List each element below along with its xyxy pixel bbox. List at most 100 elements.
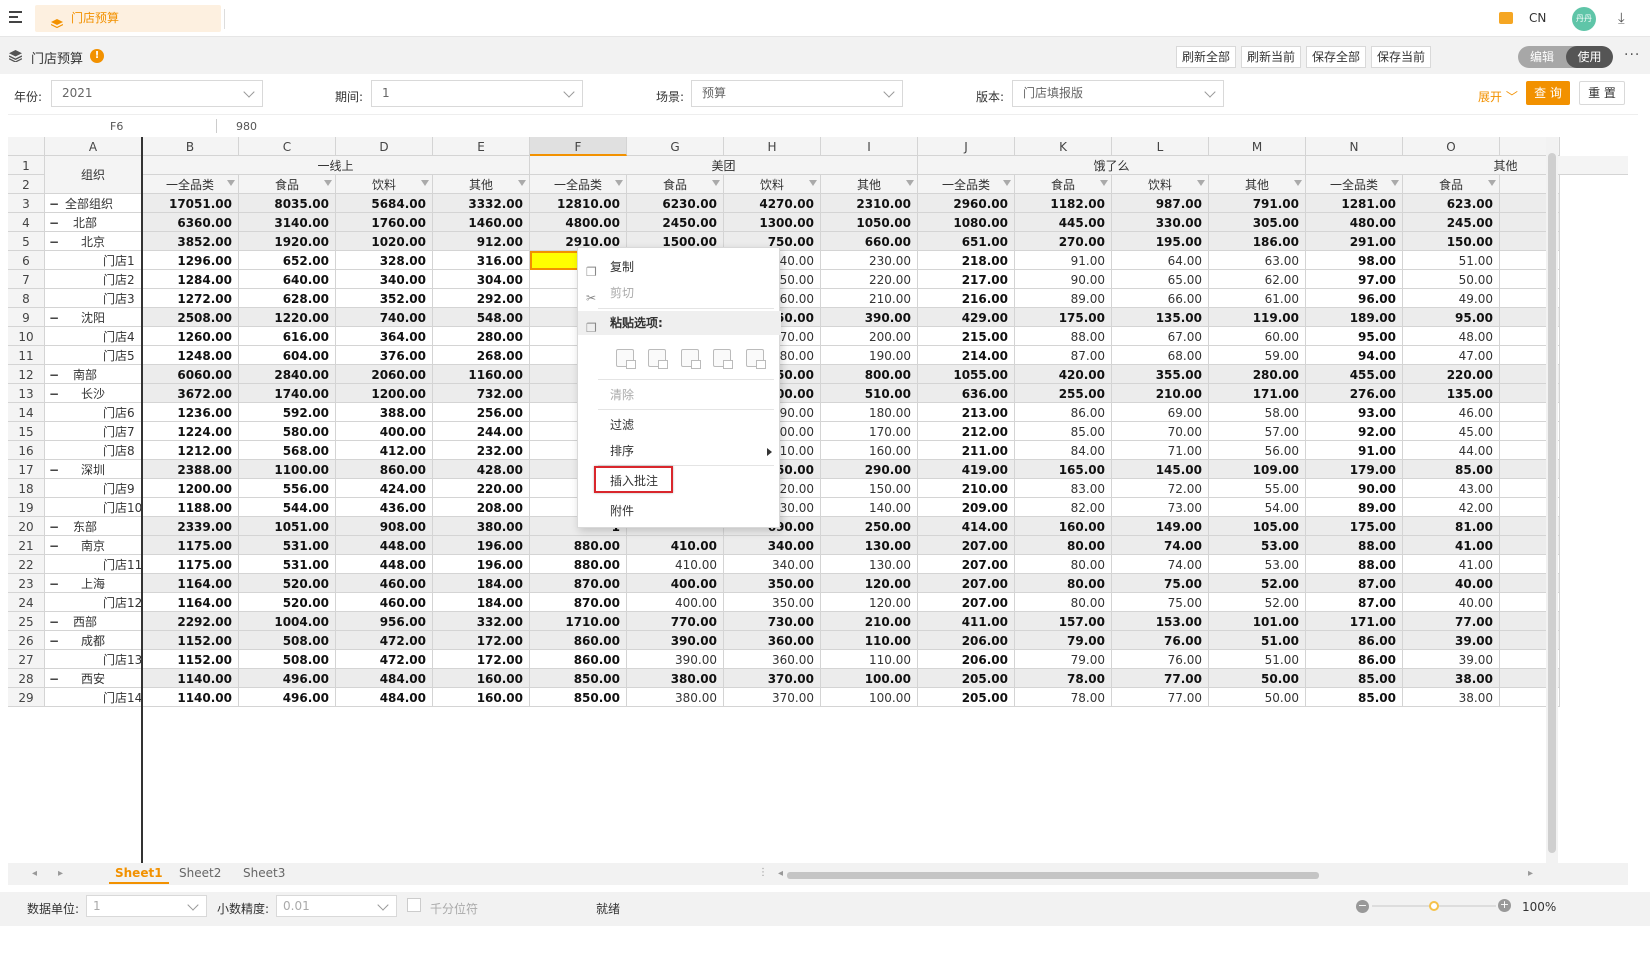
scroll-left-icon[interactable]: ◂ bbox=[778, 868, 783, 879]
org-cell[interactable]: 门店8 bbox=[45, 441, 142, 460]
data-cell[interactable]: 57.00 bbox=[1209, 422, 1306, 441]
data-cell[interactable]: 211.00 bbox=[918, 441, 1015, 460]
data-cell[interactable]: 85.00 bbox=[1403, 460, 1500, 479]
data-cell[interactable]: 157.00 bbox=[1015, 612, 1112, 631]
filter-icon[interactable] bbox=[1100, 180, 1108, 186]
data-cell[interactable]: 510.00 bbox=[821, 384, 918, 403]
sub-header[interactable]: 食品 bbox=[1015, 175, 1112, 194]
data-cell[interactable]: 1236.00 bbox=[142, 403, 239, 422]
data-cell[interactable]: 17051.00 bbox=[142, 194, 239, 213]
data-cell[interactable]: 428.00 bbox=[433, 460, 530, 479]
data-cell[interactable]: 200.00 bbox=[821, 327, 918, 346]
org-cell[interactable]: − 西部 bbox=[45, 612, 142, 631]
data-cell[interactable]: 180.00 bbox=[821, 403, 918, 422]
org-cell[interactable]: 门店12 bbox=[45, 593, 142, 612]
prev-sheet-icon[interactable]: ◂ bbox=[32, 868, 37, 879]
data-cell[interactable]: 770.00 bbox=[627, 612, 724, 631]
sub-header[interactable]: 其他 bbox=[821, 175, 918, 194]
data-cell[interactable]: 1175.00 bbox=[142, 555, 239, 574]
menu-item-filter[interactable]: 过滤 bbox=[578, 413, 781, 437]
data-cell[interactable]: 51.00 bbox=[1209, 650, 1306, 669]
row-header[interactable]: 17 bbox=[8, 460, 45, 479]
vertical-scrollbar[interactable] bbox=[1546, 137, 1558, 865]
data-cell[interactable]: 4800.00 bbox=[530, 213, 627, 232]
column-header[interactable]: I bbox=[821, 137, 918, 156]
data-cell[interactable]: 69.00 bbox=[1112, 403, 1209, 422]
data-cell[interactable]: 1260.00 bbox=[142, 327, 239, 346]
data-cell[interactable]: 2310.00 bbox=[821, 194, 918, 213]
collapse-toggle-icon[interactable]: − bbox=[49, 213, 63, 231]
org-header[interactable]: 组织 bbox=[45, 156, 142, 194]
data-cell[interactable]: 43.00 bbox=[1403, 479, 1500, 498]
data-cell[interactable]: 628.00 bbox=[239, 289, 336, 308]
row-header[interactable]: 20 bbox=[8, 517, 45, 536]
filter-icon[interactable] bbox=[712, 180, 720, 186]
row-header[interactable]: 24 bbox=[8, 593, 45, 612]
data-cell[interactable]: 12810.00 bbox=[530, 194, 627, 213]
row-header[interactable]: 14 bbox=[8, 403, 45, 422]
data-cell[interactable]: 184.00 bbox=[433, 593, 530, 612]
data-cell[interactable]: 410.00 bbox=[627, 555, 724, 574]
data-cell[interactable]: 350.00 bbox=[724, 574, 821, 593]
data-cell[interactable]: 290.00 bbox=[821, 460, 918, 479]
data-cell[interactable]: 100.00 bbox=[821, 669, 918, 688]
data-cell[interactable]: 217.00 bbox=[918, 270, 1015, 289]
data-cell[interactable]: 651.00 bbox=[918, 232, 1015, 251]
data-cell[interactable]: 80.00 bbox=[1015, 593, 1112, 612]
sub-header[interactable]: 其他 bbox=[1209, 175, 1306, 194]
data-cell[interactable]: 352.00 bbox=[336, 289, 433, 308]
data-cell[interactable]: 79.00 bbox=[1015, 631, 1112, 650]
data-cell[interactable]: 268.00 bbox=[433, 346, 530, 365]
avatar[interactable]: 丹丹 bbox=[1572, 7, 1596, 31]
data-cell[interactable]: 3852.00 bbox=[142, 232, 239, 251]
data-cell[interactable]: 89.00 bbox=[1015, 289, 1112, 308]
collapse-toggle-icon[interactable]: − bbox=[49, 631, 63, 649]
data-cell[interactable]: 1281.00 bbox=[1306, 194, 1403, 213]
sheet-tab-2[interactable]: Sheet2 bbox=[179, 866, 221, 880]
data-cell[interactable]: 196.00 bbox=[433, 536, 530, 555]
data-cell[interactable]: 850.00 bbox=[530, 688, 627, 707]
data-cell[interactable]: 360.00 bbox=[724, 650, 821, 669]
data-cell[interactable]: 109.00 bbox=[1209, 460, 1306, 479]
data-cell[interactable]: 207.00 bbox=[918, 593, 1015, 612]
scroll-thumb[interactable] bbox=[1548, 153, 1556, 853]
data-cell[interactable]: 87.00 bbox=[1306, 593, 1403, 612]
horizontal-scrollbar[interactable] bbox=[787, 872, 1319, 879]
collapse-toggle-icon[interactable]: − bbox=[49, 308, 63, 326]
data-cell[interactable]: 172.00 bbox=[433, 631, 530, 650]
org-cell[interactable]: 门店3 bbox=[45, 289, 142, 308]
column-header[interactable]: F bbox=[530, 137, 627, 156]
data-cell[interactable]: 207.00 bbox=[918, 536, 1015, 555]
data-cell[interactable]: 2960.00 bbox=[918, 194, 1015, 213]
data-cell[interactable]: 170.00 bbox=[821, 422, 918, 441]
data-cell[interactable]: 105.00 bbox=[1209, 517, 1306, 536]
org-cell[interactable]: 门店1 bbox=[45, 251, 142, 270]
save-all-button[interactable]: 保存全部 bbox=[1306, 46, 1366, 68]
data-cell[interactable]: 38.00 bbox=[1403, 669, 1500, 688]
data-cell[interactable]: 40.00 bbox=[1403, 574, 1500, 593]
column-header[interactable]: B bbox=[142, 137, 239, 156]
filter-icon[interactable] bbox=[324, 180, 332, 186]
data-cell[interactable]: 445.00 bbox=[1015, 213, 1112, 232]
org-cell[interactable]: 门店10 bbox=[45, 498, 142, 517]
org-cell[interactable]: 门店9 bbox=[45, 479, 142, 498]
data-cell[interactable]: 480.00 bbox=[1306, 213, 1403, 232]
data-cell[interactable]: 74.00 bbox=[1112, 536, 1209, 555]
data-cell[interactable]: 208.00 bbox=[433, 498, 530, 517]
data-cell[interactable]: 64.00 bbox=[1112, 251, 1209, 270]
mode-toggle[interactable]: 编辑 使用 bbox=[1518, 46, 1613, 68]
data-cell[interactable]: 2840.00 bbox=[239, 365, 336, 384]
data-cell[interactable]: 1212.00 bbox=[142, 441, 239, 460]
org-cell[interactable]: 门店6 bbox=[45, 403, 142, 422]
data-cell[interactable]: 100.00 bbox=[821, 688, 918, 707]
data-cell[interactable]: 130.00 bbox=[821, 555, 918, 574]
version-select[interactable]: 门店填报版 bbox=[1012, 80, 1224, 107]
data-cell[interactable]: 245.00 bbox=[1403, 213, 1500, 232]
sub-header[interactable]: 一全品类 bbox=[1306, 175, 1403, 194]
data-cell[interactable]: 56.00 bbox=[1209, 441, 1306, 460]
data-cell[interactable]: 110.00 bbox=[821, 650, 918, 669]
sub-header[interactable]: 食品 bbox=[627, 175, 724, 194]
data-cell[interactable]: 76.00 bbox=[1112, 631, 1209, 650]
column-header[interactable]: A bbox=[45, 137, 142, 156]
data-cell[interactable]: 1152.00 bbox=[142, 631, 239, 650]
